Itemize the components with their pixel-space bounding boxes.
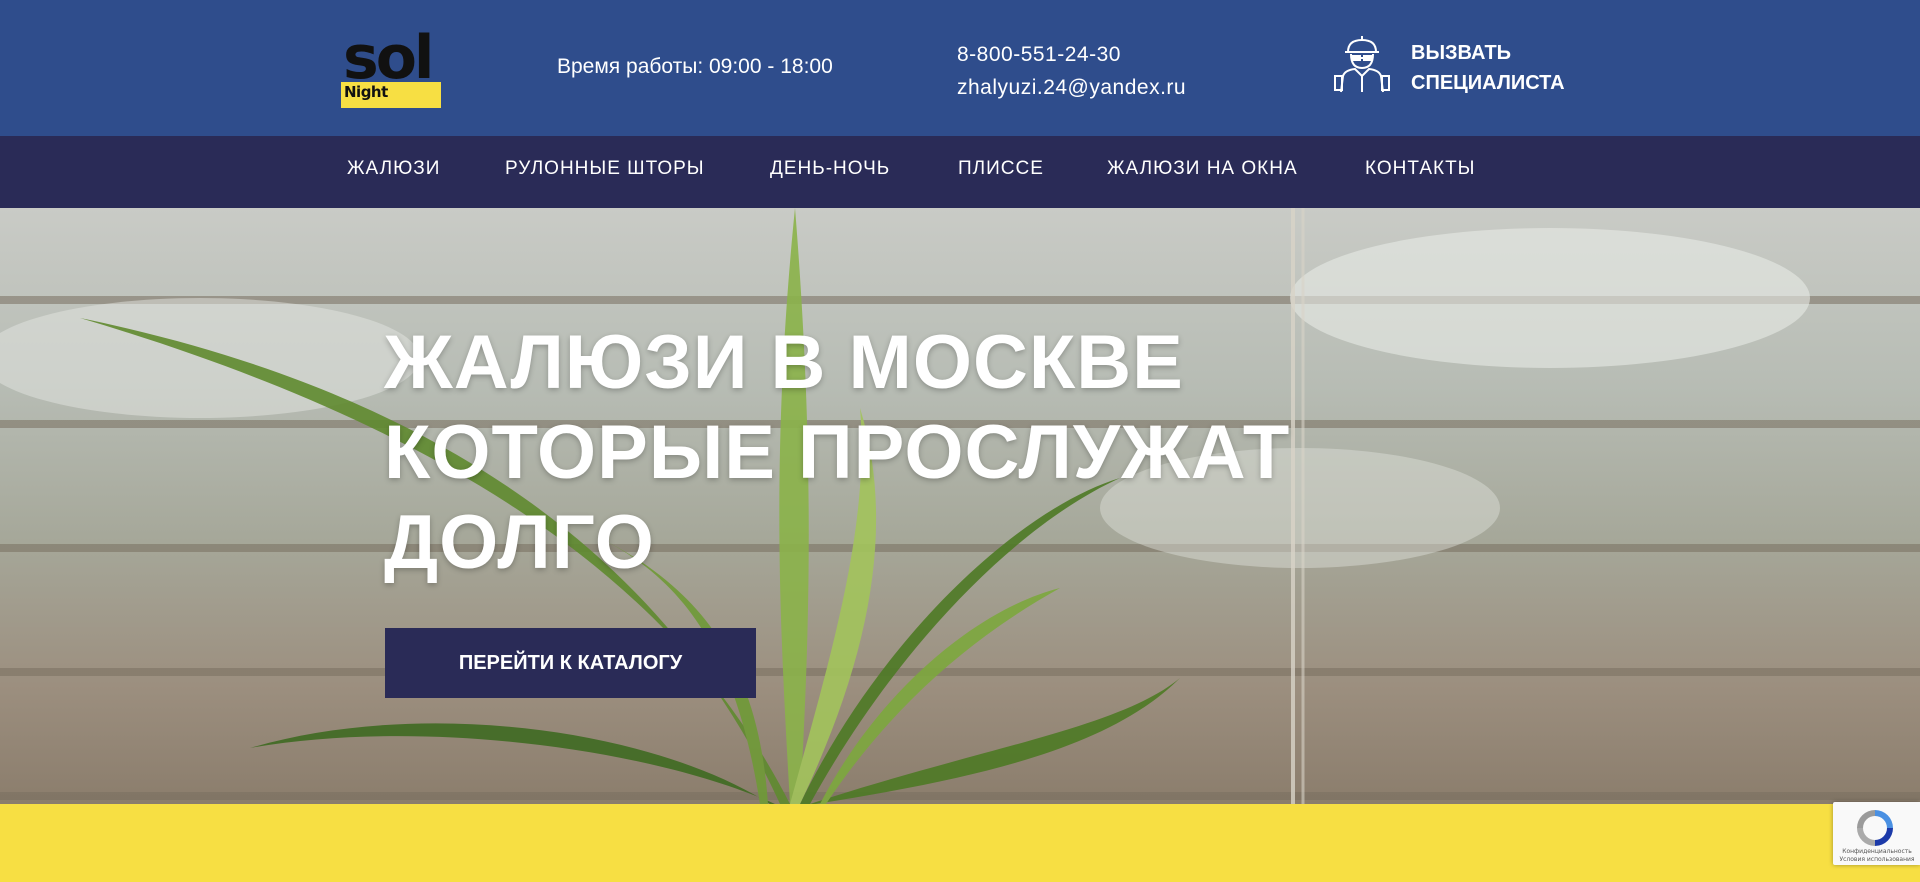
recaptcha-terms-link[interactable]: Условия использования: [1837, 856, 1917, 864]
yellow-section: [0, 804, 1920, 882]
main-navigation: Жалюзи Рулонные шторы День-ночь Плиссе Ж…: [0, 136, 1920, 208]
nav-item-day-night[interactable]: День-ночь: [770, 158, 890, 180]
logo-subtitle: Night: [344, 83, 388, 101]
hero-title: Жалюзи в Москве которые прослужат долго: [384, 318, 1384, 588]
recaptcha-badge[interactable]: Конфиденциальность Условия использования: [1833, 802, 1920, 865]
hero-title-line3: долго: [384, 500, 655, 585]
email-link[interactable]: zhalyuzi.24@yandex.ru: [957, 71, 1186, 104]
nav-item-contacts[interactable]: Контакты: [1365, 158, 1476, 180]
working-hours: Время работы: 09:00 - 18:00: [557, 55, 833, 78]
site-logo[interactable]: sol Night: [341, 28, 441, 108]
nav-item-window-blinds[interactable]: Жалюзи на окна: [1107, 158, 1298, 180]
contacts-block: 8-800-551-24-30 zhalyuzi.24@yandex.ru: [957, 38, 1186, 104]
top-header: sol Night Время работы: 09:00 - 18:00 8-…: [0, 0, 1920, 136]
hero-title-line1: Жалюзи в Москве: [384, 320, 1184, 405]
call-specialist-line1: Вызвать: [1411, 42, 1512, 64]
recaptcha-privacy-link[interactable]: Конфиденциальность: [1837, 848, 1917, 856]
nav-item-roller-shades[interactable]: Рулонные шторы: [505, 158, 705, 180]
hero-section: Жалюзи в Москве которые прослужат долго …: [0, 208, 1920, 804]
logo-wordmark: sol: [343, 23, 434, 93]
nav-item-pleated[interactable]: Плиссе: [958, 158, 1044, 180]
phone-link[interactable]: 8-800-551-24-30: [957, 38, 1186, 71]
call-specialist-label: Вызвать специалиста: [1411, 38, 1601, 98]
nav-item-blinds[interactable]: Жалюзи: [347, 158, 440, 180]
hero-title-line2: которые прослужат: [384, 410, 1291, 495]
go-to-catalog-button[interactable]: Перейти к каталогу: [385, 628, 756, 698]
call-specialist-line2: специалиста: [1411, 72, 1565, 94]
logo-plate: Night: [341, 82, 441, 108]
call-specialist-button[interactable]: Вызвать специалиста: [1331, 32, 1591, 96]
recaptcha-icon: [1857, 810, 1893, 846]
recaptcha-links: Конфиденциальность Условия использования: [1837, 848, 1917, 864]
specialist-icon: [1334, 36, 1390, 93]
